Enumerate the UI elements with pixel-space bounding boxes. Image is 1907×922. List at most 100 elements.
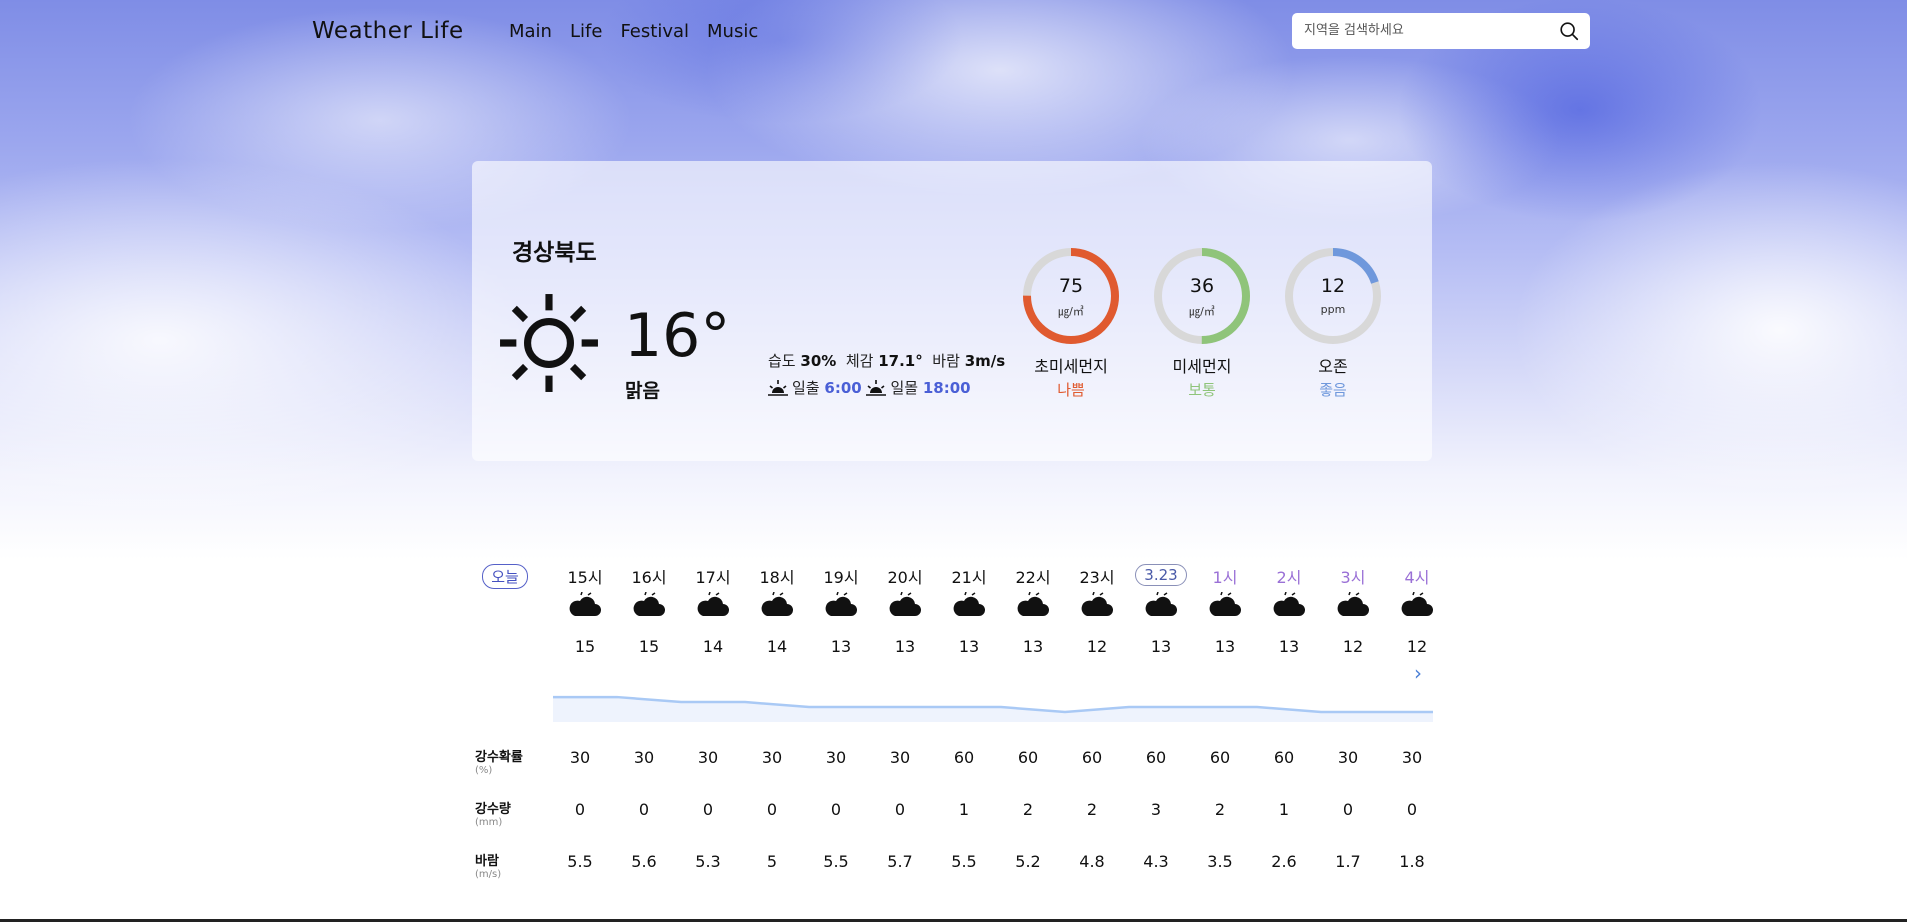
gauge-status: 좋음	[1319, 381, 1347, 399]
hour-label: 20시	[887, 568, 923, 587]
sunset-time: 18:00	[922, 378, 971, 397]
feels-value: 17.1°	[878, 352, 923, 370]
metric-value: 1.7	[1335, 852, 1361, 871]
gauge-status: 보통	[1188, 381, 1216, 399]
region-name: 경상북도	[512, 240, 597, 266]
nav-music[interactable]: Music	[707, 21, 758, 42]
cloud-icon	[937, 591, 1001, 624]
search-box	[1292, 13, 1590, 49]
metric-value: 2	[1086, 800, 1098, 819]
hour-label: 21시	[951, 568, 987, 587]
logo[interactable]: Weather Life	[312, 18, 464, 44]
metric-value: 30	[1337, 748, 1359, 767]
metric-value: 2	[1022, 800, 1034, 819]
metric-unit: (mm)	[475, 817, 503, 828]
gauge-ozone: 12 ppm 오존 좋음	[1282, 245, 1384, 400]
metric-value: 0	[766, 800, 778, 819]
sunset-icon	[866, 379, 887, 396]
hour-label: 3시	[1340, 568, 1366, 587]
gauge-name: 미세먼지	[1172, 357, 1232, 376]
search-input[interactable]	[1302, 22, 1546, 39]
gauge-pm25: 75 ㎍/㎥ 초미세먼지 나쁨	[1020, 245, 1122, 400]
date-pill: 3.23	[1135, 564, 1187, 586]
metric-unit: (%)	[475, 765, 493, 776]
hour-temperature: 13	[1150, 637, 1172, 656]
cloud-icon	[809, 591, 873, 624]
gauge-value: 12	[1320, 275, 1346, 297]
metric-value: 30	[569, 748, 591, 767]
nav-main[interactable]: Main	[509, 21, 552, 42]
hours-row: 오늘 15시 16시 17시 18시 19시 20시 21시 22시 23시 3.23 1시 2시 3시 4…	[473, 560, 1433, 590]
hour-label: 3.23	[1129, 564, 1193, 586]
gauge-pm10: 36 ㎍/㎥ 미세먼지 보통	[1151, 245, 1253, 400]
metric-value: 60	[1273, 748, 1295, 767]
hour-temperature: 14	[766, 637, 788, 656]
gauge-unit: ㎍/㎥	[1189, 305, 1215, 318]
cloud-icon	[873, 591, 937, 624]
metric-value: 30	[1401, 748, 1423, 767]
wind-value: 3m/s	[964, 352, 1006, 370]
today-pill: 오늘	[482, 564, 528, 589]
humidity-value: 30%	[800, 352, 837, 370]
next-arrow-icon[interactable]: ›	[1414, 661, 1422, 685]
metric-value: 0	[830, 800, 842, 819]
current-weather-card: 경상북도 16° 맑음 습도 30% 체감 17.1° 바람 3m/s 일출 6…	[472, 161, 1432, 461]
metric-value: 30	[889, 748, 911, 767]
cloud-icon	[1129, 591, 1193, 624]
feels-label: 체감	[845, 352, 874, 370]
metric-value: 30	[697, 748, 719, 767]
metric-label: 바람	[475, 854, 499, 869]
metric-value: 5.5	[951, 852, 977, 871]
wind-label: 바람	[932, 352, 960, 370]
sun-icon	[500, 294, 598, 392]
metric-value: 0	[702, 800, 714, 819]
metric-value: 0	[574, 800, 586, 819]
metric-value: 5.7	[887, 852, 913, 871]
metric-value: 0	[638, 800, 650, 819]
main-nav: Main Life Festival Music	[509, 21, 758, 42]
hour-temperature: 14	[702, 637, 724, 656]
metric-value: 60	[1081, 748, 1103, 767]
metric-unit: (m/s)	[475, 869, 502, 880]
cloud-icon	[1321, 591, 1385, 624]
gauge-name: 오존	[1318, 357, 1348, 376]
metric-value: 3.5	[1207, 852, 1233, 871]
metric-value: 4.3	[1143, 852, 1169, 871]
cloud-icon	[1193, 591, 1257, 624]
metric-value: 60	[953, 748, 975, 767]
hour-label: 4시	[1404, 568, 1430, 587]
cloud-icon	[1257, 591, 1321, 624]
gauge-name: 초미세먼지	[1034, 357, 1108, 376]
current-temperature: 16°	[624, 301, 731, 371]
hour-temperature: 13	[894, 637, 916, 656]
metric-value: 60	[1145, 748, 1167, 767]
gauge-status: 나쁨	[1057, 381, 1085, 399]
metric-value: 2.6	[1271, 852, 1297, 871]
gauge-unit: ppm	[1320, 303, 1346, 316]
cloud-icon	[617, 591, 681, 624]
cloud-icon	[1001, 591, 1065, 624]
cloud-icon	[681, 591, 745, 624]
hour-temperature: 12	[1342, 637, 1364, 656]
metric-value: 3	[1150, 800, 1162, 819]
humidity-label: 습도	[768, 352, 796, 370]
hour-temperature: 13	[830, 637, 852, 656]
weather-condition: 맑음	[625, 380, 660, 402]
search-icon[interactable]	[1558, 20, 1580, 42]
hour-label: 18시	[759, 568, 795, 587]
gauge-unit: ㎍/㎥	[1058, 305, 1084, 318]
nav-life[interactable]: Life	[570, 21, 602, 42]
hour-temperature: 15	[638, 637, 660, 656]
metric-label: 강수확률	[475, 750, 523, 765]
metric-value: 5.2	[1015, 852, 1041, 871]
hour-temperature: 15	[574, 637, 596, 656]
cloud-icon	[745, 591, 809, 624]
hour-temperature: 13	[1214, 637, 1236, 656]
metric-value: 30	[761, 748, 783, 767]
cloud-icon	[1385, 591, 1449, 624]
metric-label: 강수량	[475, 802, 511, 817]
nav-festival[interactable]: Festival	[620, 21, 689, 42]
hour-label: 23시	[1079, 568, 1115, 587]
metric-value: 0	[1342, 800, 1354, 819]
sunrise-label: 일출	[792, 379, 820, 397]
